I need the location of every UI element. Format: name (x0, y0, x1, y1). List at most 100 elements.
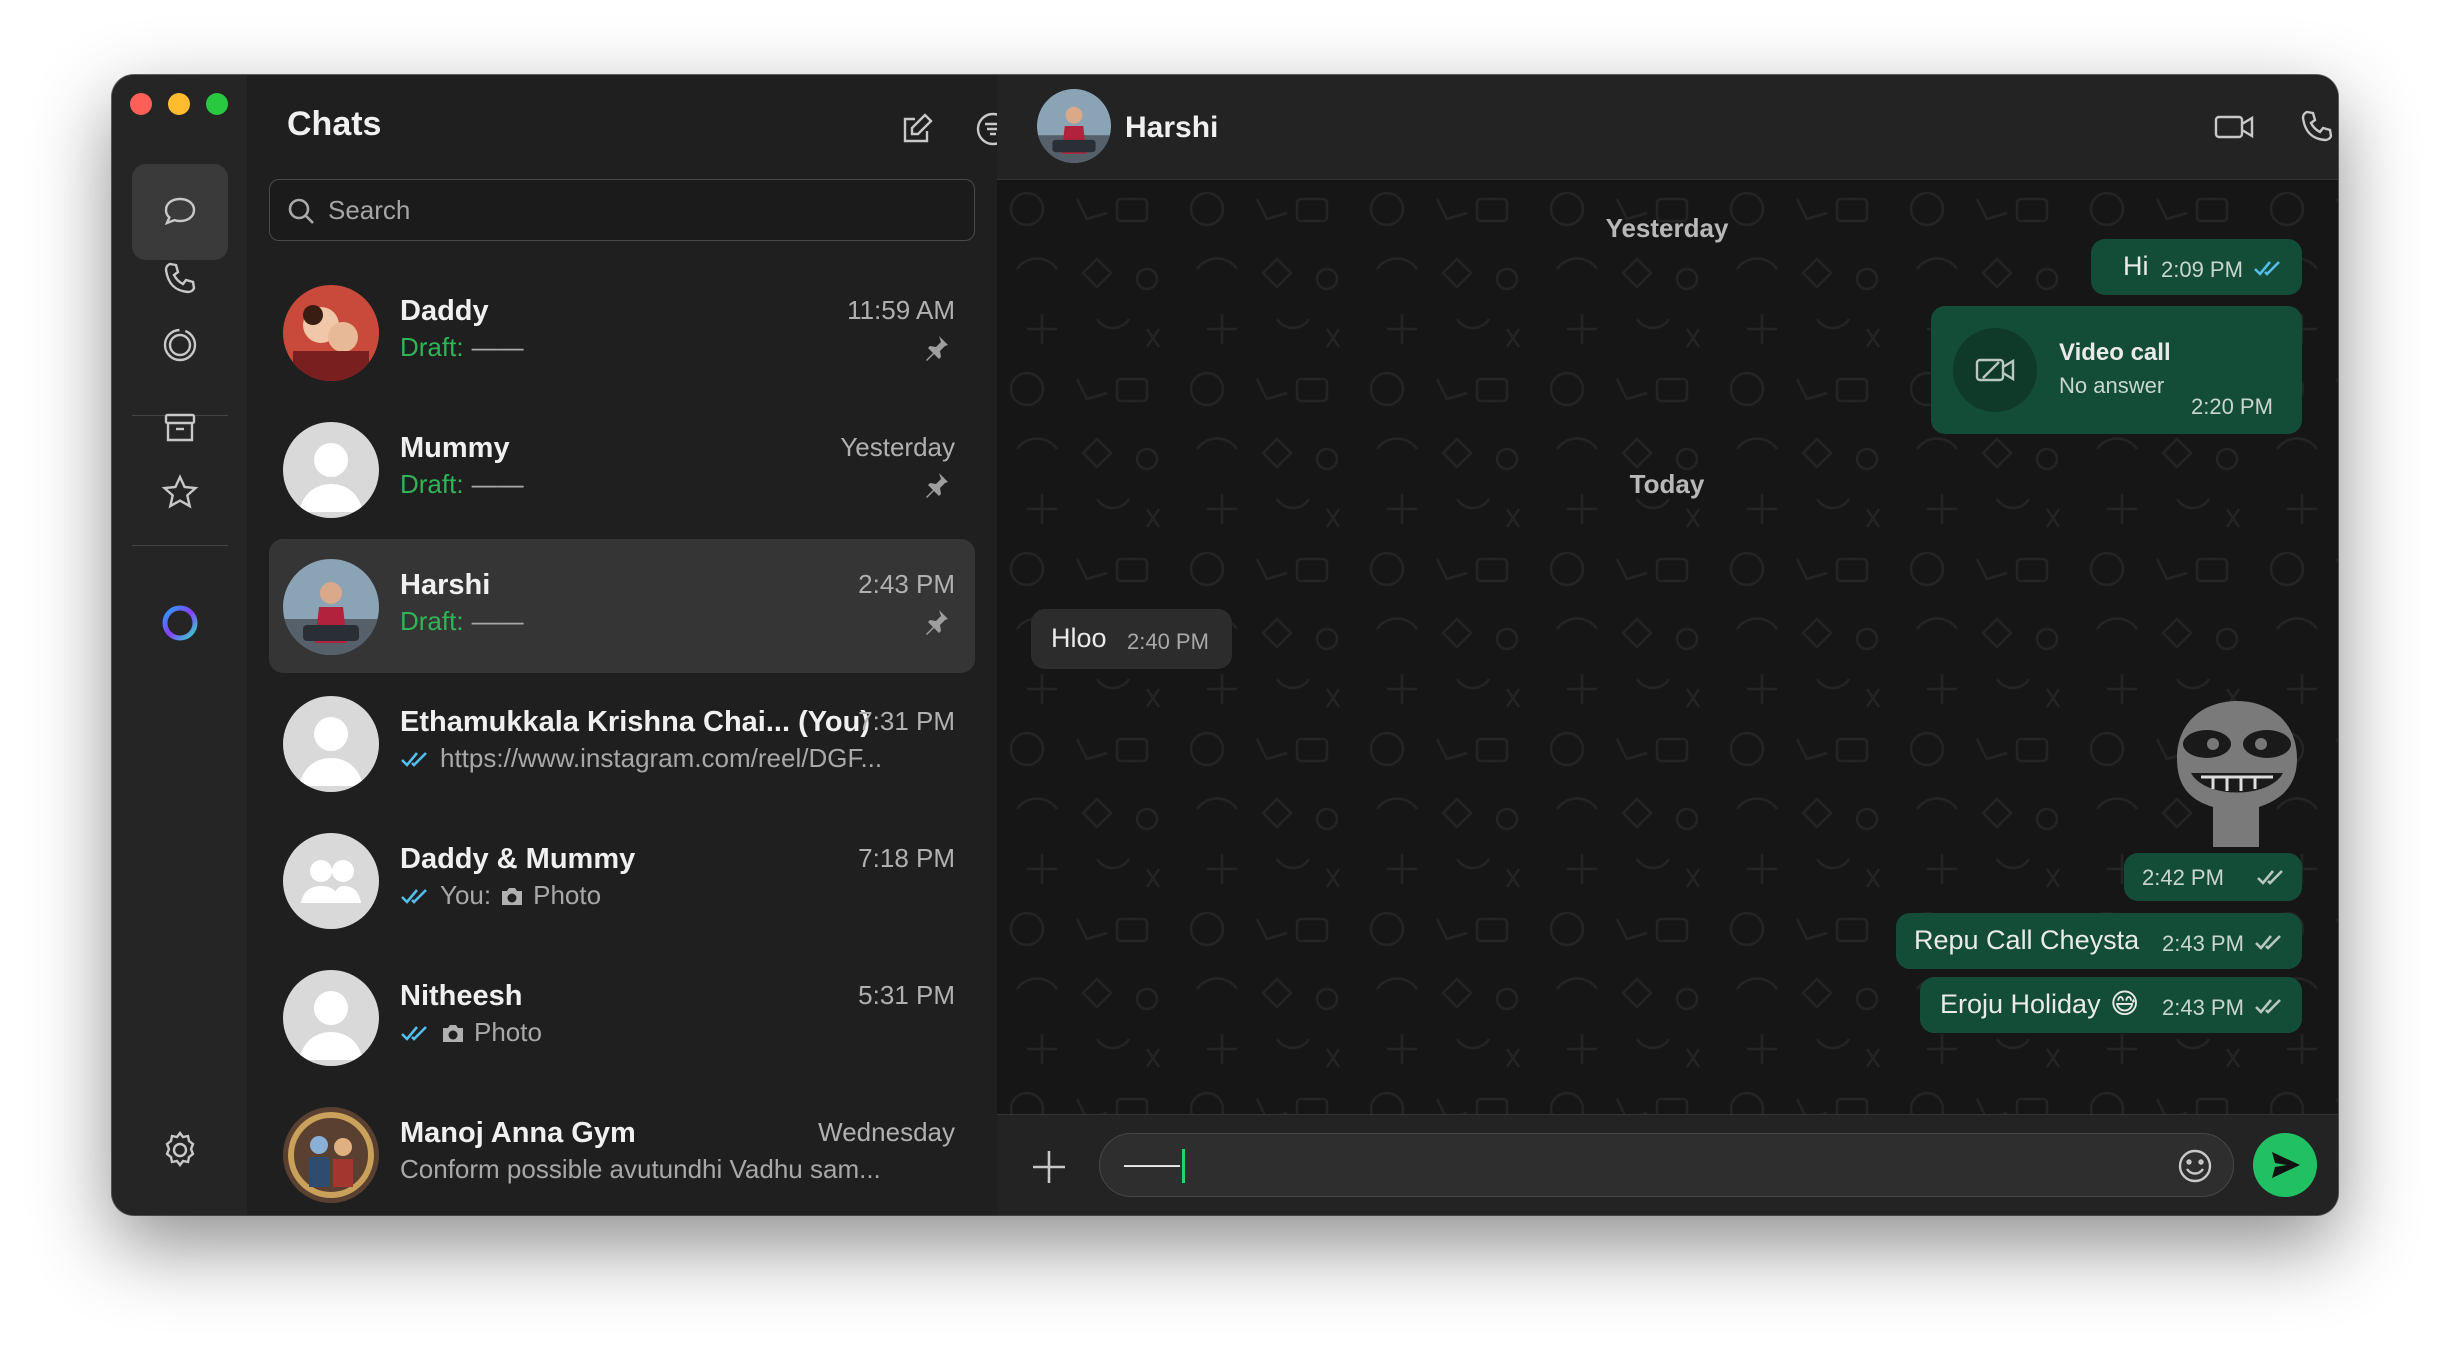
input-text: —— (1124, 1148, 1180, 1179)
video-call-button[interactable] (2212, 105, 2256, 149)
message-input[interactable]: —— (1099, 1133, 2234, 1197)
chat-row-manoj-anna-gym[interactable]: Manoj Anna Gym Wednesday Conform possibl… (269, 1087, 975, 1215)
message-input-value[interactable]: —— (1124, 1148, 1185, 1183)
draft-label: Draft: (400, 332, 464, 362)
message-bubble-outgoing[interactable]: Repu Call Cheysta 2:43 PM (1896, 913, 2302, 969)
chat-wallpaper: Yesterday Hi 2:09 PM Video call No answe… (997, 179, 2338, 1115)
chat-name: Mummy (400, 432, 510, 464)
search-input[interactable] (326, 180, 950, 240)
rail-meta-ai-button[interactable] (132, 575, 228, 671)
zoom-window-button[interactable] (206, 93, 228, 115)
phone-icon (2301, 110, 2333, 142)
rail-starred-button[interactable] (132, 445, 228, 541)
chat-row-nitheesh[interactable]: Nitheesh 5:31 PM Photo (269, 950, 975, 1084)
chat-preview: You: Photo (400, 880, 601, 911)
chat-preview: Photo (400, 1017, 542, 1048)
contact-avatar[interactable] (1037, 89, 1111, 163)
message-bubble-outgoing[interactable]: Eroju Holiday 😅 2:43 PM (1920, 977, 2302, 1033)
chat-row-daddy-mummy[interactable]: Daddy & Mummy 7:18 PM You: Photo (269, 813, 975, 947)
read-ticks-icon (401, 751, 427, 767)
emoji-button[interactable] (2175, 1146, 2215, 1186)
read-ticks-icon (401, 888, 427, 904)
send-icon (2272, 1152, 2300, 1178)
chat-time: 11:59 AM (847, 295, 955, 325)
video-call-icon-circle (1953, 328, 2037, 412)
preview-text: Photo (533, 880, 602, 910)
chat-preview: Draft: —— (400, 606, 524, 637)
pin-icon (921, 470, 951, 500)
composer-bar: —— (997, 1114, 2338, 1215)
starred-icon (161, 474, 199, 509)
avatar (283, 285, 379, 381)
message-text: Hi (2123, 251, 2149, 281)
chat-list-title: Chats (287, 105, 382, 143)
text-caret (1182, 1148, 1185, 1183)
sticker-image[interactable] (2157, 699, 2307, 849)
message-bubble-outgoing[interactable]: Hi 2:09 PM (2091, 239, 2302, 295)
message-text: Repu Call Cheysta (1914, 925, 2140, 955)
date-separator: Today (1629, 469, 1705, 499)
emoji: 😅 (2110, 988, 2140, 1019)
video-off-icon (1975, 358, 2015, 382)
message-bubble-incoming[interactable]: Hloo 2:40 PM (1031, 609, 1232, 669)
read-ticks-icon (401, 1025, 427, 1041)
chat-row-self[interactable]: Ethamukkala Krishna Chai... (You) 7:31 P… (269, 676, 975, 810)
delivered-ticks-icon (2255, 999, 2281, 1014)
message-text: Hloo (1051, 623, 1107, 653)
chat-time: Yesterday (840, 432, 955, 462)
chat-time: 7:31 PM (858, 706, 955, 736)
status-icon (163, 328, 197, 362)
meta-ai-icon (162, 605, 198, 641)
avatar (283, 970, 379, 1066)
new-chat-button[interactable] (897, 109, 937, 149)
close-window-button[interactable] (130, 93, 152, 115)
chat-list-panel: Chats Daddy 11:59 AM Draft: —— (247, 75, 1010, 1215)
whatsapp-window: Chats Daddy 11:59 AM Draft: —— (112, 75, 2338, 1215)
chat-name: Ethamukkala Krishna Chai... (You) (400, 706, 871, 738)
chat-preview: Draft: —— (400, 469, 524, 500)
contact-name[interactable]: Harshi (1125, 111, 1218, 145)
voice-call-button[interactable] (2295, 105, 2338, 149)
video-camera-icon (2214, 115, 2254, 139)
settings-icon (165, 1131, 195, 1167)
send-button[interactable] (2253, 1133, 2317, 1197)
chat-row-daddy[interactable]: Daddy 11:59 AM Draft: —— (269, 265, 975, 399)
chat-name: Manoj Anna Gym (400, 1117, 636, 1149)
missed-video-call-bubble[interactable]: Video call No answer 2:20 PM (1931, 306, 2302, 434)
minimize-window-button[interactable] (168, 93, 190, 115)
rail-settings-button[interactable] (132, 1102, 228, 1198)
chat-preview: https://www.instagram.com/reel/DGF... (400, 743, 882, 774)
draft-label: Draft: (400, 606, 464, 636)
preview-text: https://www.instagram.com/reel/DGF... (440, 743, 883, 773)
message-time: 2:09 PM (2161, 257, 2243, 282)
window-controls (130, 93, 228, 115)
chat-time: Wednesday (818, 1117, 955, 1147)
rail-divider (132, 545, 228, 546)
search-box[interactable] (269, 179, 975, 241)
draft-text: —— (471, 469, 524, 499)
avatar (283, 422, 379, 518)
message-time: 2:20 PM (2191, 394, 2273, 419)
nav-rail (112, 75, 248, 1215)
chat-time: 5:31 PM (858, 980, 955, 1010)
grinning-face-sticker (2177, 701, 2297, 847)
call-title: Video call (2059, 339, 2171, 366)
search-icon (288, 198, 314, 224)
chat-row-harshi[interactable]: Harshi 2:43 PM Draft: —— (269, 539, 975, 673)
sender-label: You: (440, 880, 492, 910)
smiley-icon (2178, 1149, 2212, 1183)
chat-name: Harshi (400, 569, 491, 601)
draft-text: —— (471, 332, 524, 362)
attach-button[interactable] (1027, 1145, 1071, 1189)
avatar (283, 696, 379, 792)
archive-icon (164, 413, 196, 442)
message-time: 2:40 PM (1127, 629, 1209, 654)
rail-status-button[interactable] (132, 297, 228, 393)
chat-row-mummy[interactable]: Mummy Yesterday Draft: —— (269, 402, 975, 536)
chat-name: Daddy (400, 295, 489, 327)
conversation-header: Harshi (997, 75, 2338, 180)
camera-icon (502, 887, 523, 905)
group-avatar (283, 833, 379, 929)
camera-icon (443, 1024, 463, 1042)
message-time: 2:42 PM (2142, 865, 2224, 890)
